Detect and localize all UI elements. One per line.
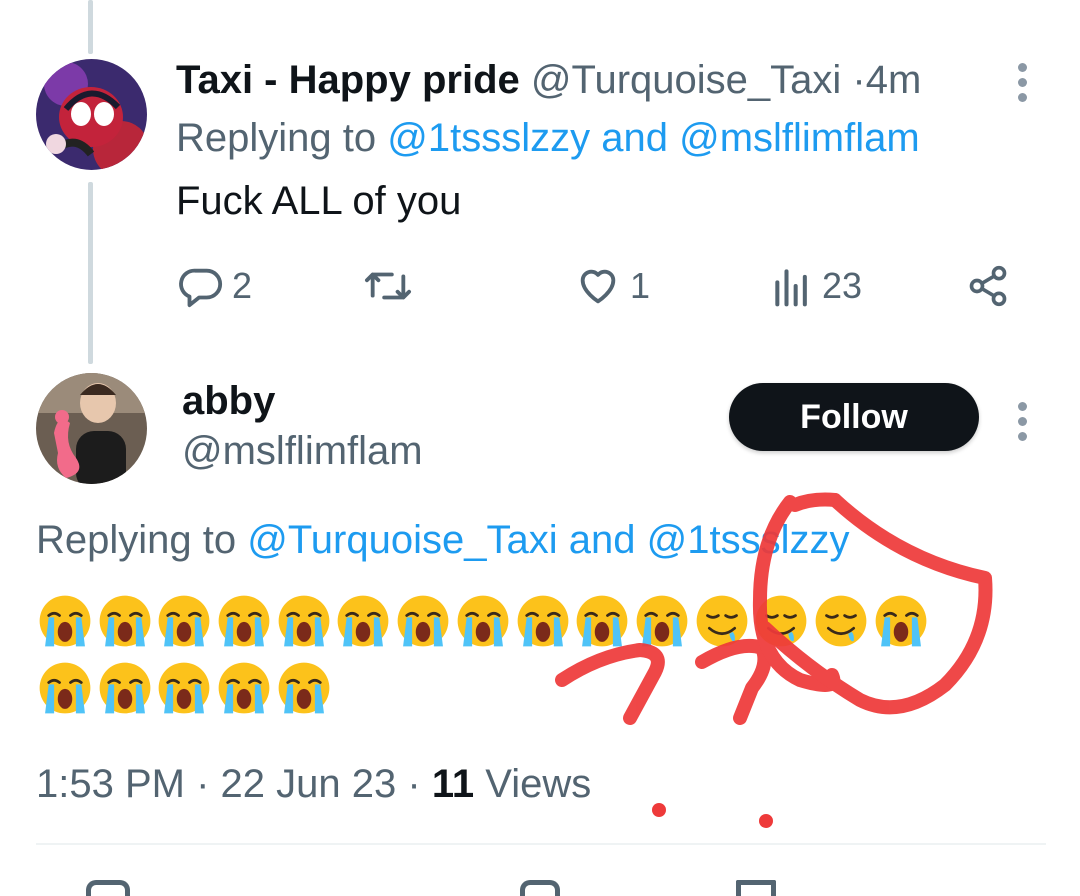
avatar[interactable]: [36, 373, 147, 484]
loudly-crying-emoji: [159, 662, 210, 714]
mention-link[interactable]: @1tssslzzy: [647, 518, 850, 562]
tweet-text: Fuck ALL of you: [176, 179, 462, 223]
action-bar-partial: [0, 880, 1080, 896]
more-icon[interactable]: [1018, 63, 1030, 108]
display-name[interactable]: Taxi - Happy pride: [176, 58, 520, 102]
user-handle[interactable]: @Turquoise_Taxi: [531, 58, 841, 102]
drooling-emoji: [696, 595, 747, 647]
loudly-crying-emoji: [99, 595, 151, 647]
thread-line: [88, 182, 93, 364]
replying-and: and: [568, 518, 636, 562]
like-count: 1: [630, 265, 651, 306]
follow-button[interactable]: Follow: [729, 383, 979, 451]
loudly-crying-emoji: [218, 662, 270, 714]
separator: ·: [852, 58, 866, 102]
separator: ·: [196, 762, 210, 806]
drooling-emoji: [755, 595, 807, 647]
replying-to: Replying to @Turquoise_Taxi and @1tssslz…: [36, 516, 849, 564]
loudly-crying-emoji: [875, 595, 926, 647]
loudly-crying-emoji: [99, 662, 151, 714]
loudly-crying-emoji: [278, 595, 330, 647]
post-time[interactable]: 1:53 PM: [36, 762, 185, 806]
separator: ·: [407, 762, 421, 806]
replying-to: Replying to @1tssslzzy and @mslflimflam: [176, 114, 920, 162]
replying-and: and: [601, 116, 668, 160]
like-icon: [580, 269, 616, 304]
share-button[interactable]: [966, 258, 1010, 314]
reply-icon[interactable]: [86, 880, 130, 896]
reply-icon: [179, 268, 223, 308]
avatar[interactable]: [36, 59, 147, 170]
loudly-crying-emoji: [39, 662, 91, 714]
views-count: 23: [822, 265, 863, 306]
reply-count: 2: [232, 265, 253, 306]
share-icon: [969, 265, 1007, 307]
mention-link[interactable]: @Turquoise_Taxi: [247, 518, 557, 562]
post-date[interactable]: 22 Jun 23: [221, 762, 397, 806]
retweet-icon: [364, 272, 411, 300]
loudly-crying-emoji: [517, 595, 568, 647]
views-icon: [775, 269, 807, 307]
mention-link[interactable]: @1tssslzzy: [387, 116, 590, 160]
retweet-button[interactable]: [362, 258, 422, 314]
loudly-crying-emoji: [218, 595, 270, 647]
timestamp[interactable]: 4m: [866, 58, 922, 102]
tweet-emoji-line: [36, 592, 931, 652]
tweet1-header: Taxi - Happy pride @Turquoise_Taxi ·4m: [176, 56, 921, 104]
replying-prefix: Replying to: [176, 116, 377, 160]
like-icon[interactable]: [520, 880, 560, 896]
views-count: 11: [431, 762, 475, 806]
tweet-meta: 1:53 PM · 22 Jun 23 · 11 Views: [36, 760, 591, 808]
loudly-crying-emoji: [278, 662, 330, 714]
user-handle[interactable]: @mslflimflam: [182, 427, 423, 475]
loudly-crying-emoji: [39, 595, 91, 647]
more-icon[interactable]: [1018, 402, 1030, 447]
display-name[interactable]: abby: [182, 377, 275, 425]
loudly-crying-emoji: [457, 595, 509, 647]
views-label: Views: [485, 762, 592, 806]
loudly-crying-emoji: [576, 595, 628, 647]
reply-button[interactable]: 2: [178, 258, 252, 314]
bookmark-icon[interactable]: [736, 880, 776, 896]
like-button[interactable]: 1: [574, 258, 650, 314]
tweet-emoji-line: [36, 659, 334, 719]
loudly-crying-emoji: [636, 595, 688, 647]
mention-link[interactable]: @mslflimflam: [679, 116, 920, 160]
tweet-actions: 2 1 23: [176, 258, 1016, 314]
loudly-crying-emoji: [338, 595, 389, 647]
loudly-crying-emoji: [397, 595, 449, 647]
drooling-emoji: [815, 595, 867, 647]
thread-line-top: [88, 0, 93, 54]
views-button[interactable]: 23: [770, 258, 862, 314]
loudly-crying-emoji: [159, 595, 210, 647]
replying-prefix: Replying to: [36, 518, 237, 562]
divider: [36, 843, 1046, 845]
